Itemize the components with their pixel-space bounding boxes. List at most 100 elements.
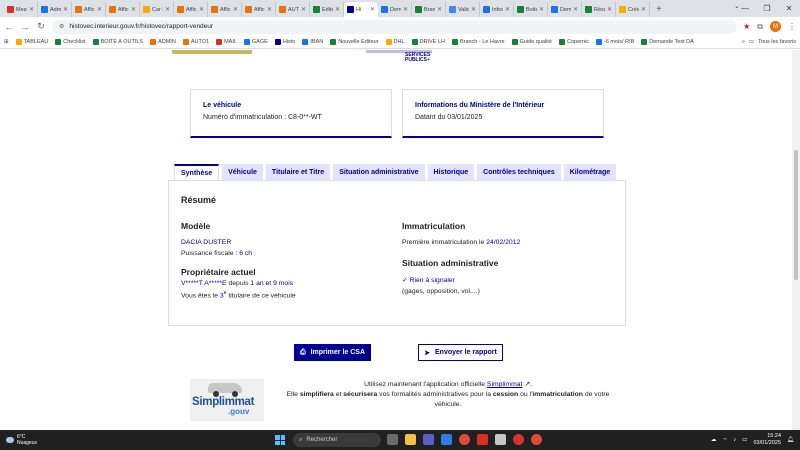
- bookmark-star-icon[interactable]: ★: [743, 22, 750, 31]
- browser-tab[interactable]: Car Di✕: [140, 2, 174, 17]
- print-csa-button[interactable]: ⎙ Imprimer le CSA: [294, 344, 371, 361]
- tab-close-icon[interactable]: ✕: [165, 6, 170, 13]
- edge-icon[interactable]: [441, 434, 452, 445]
- opera-icon[interactable]: [513, 434, 524, 445]
- browser-tab[interactable]: Affich✕: [242, 2, 276, 17]
- tab-close-icon[interactable]: ✕: [607, 6, 612, 13]
- volume-icon[interactable]: ♪: [734, 437, 737, 443]
- tab-close-icon[interactable]: ✕: [437, 6, 442, 13]
- browser-tab[interactable]: Messa✕: [4, 2, 38, 17]
- bookmark-item[interactable]: TABLEAU: [15, 39, 48, 45]
- profile-avatar[interactable]: M: [770, 21, 781, 32]
- site-info-icon[interactable]: ⚙: [59, 23, 64, 30]
- bookmark-item[interactable]: BOITE A OUTILS: [92, 39, 143, 45]
- bookmark-item[interactable]: Branch - Le Havre: [451, 39, 505, 45]
- acrobat-icon[interactable]: [477, 434, 488, 445]
- address-bar[interactable]: ⚙ histovec.interieur.gouv.fr/histovec/ra…: [52, 19, 738, 34]
- scrollbar-thumb[interactable]: [794, 150, 798, 280]
- bookmark-item[interactable]: DHL: [385, 39, 405, 45]
- bookmark-item[interactable]: Histo: [274, 39, 295, 45]
- browser-tab[interactable]: Affich✕: [208, 2, 242, 17]
- browser-tab[interactable]: Valida✕: [446, 2, 480, 17]
- tab-close-icon[interactable]: ✕: [29, 6, 34, 13]
- tab-titulaire[interactable]: Titulaire et Titre: [265, 164, 331, 180]
- system-clock[interactable]: 15:24 03/01/2025: [753, 433, 781, 447]
- wifi-icon[interactable]: ⌔: [722, 437, 727, 444]
- bookmark-item[interactable]: AUTO1: [182, 39, 209, 45]
- chrome-icon[interactable]: [459, 434, 470, 445]
- tab-controles-techniques[interactable]: Contrôles techniques: [477, 164, 561, 180]
- minimize-icon[interactable]: —: [734, 4, 756, 13]
- tab-situation-administrative[interactable]: Situation administrative: [333, 164, 425, 180]
- tab-close-icon[interactable]: ✕: [97, 6, 102, 13]
- bookmark-item[interactable]: MAIL: [216, 39, 237, 45]
- browser-tab[interactable]: Admin✕: [38, 2, 72, 17]
- send-report-button[interactable]: ➤ Envoyer le rapport: [418, 344, 503, 361]
- weather-widget[interactable]: 6°C Nuageux: [0, 434, 37, 446]
- apps-grid-icon[interactable]: ⊞: [4, 39, 9, 45]
- tab-kilometrage[interactable]: Kilométrage: [563, 164, 617, 180]
- tab-synthese[interactable]: Synthèse: [174, 164, 220, 181]
- browser-tab[interactable]: Infos ✕: [480, 2, 514, 17]
- chrome-profile-icon[interactable]: [531, 434, 542, 445]
- browser-tab[interactable]: Résult✕: [582, 2, 616, 17]
- battery-icon[interactable]: ▭: [742, 437, 747, 443]
- browser-tab[interactable]: Branch✕: [412, 2, 446, 17]
- browser-tab[interactable]: Affich✕: [106, 2, 140, 17]
- windows-start-icon[interactable]: [275, 435, 285, 445]
- bookmark-item[interactable]: GAGE: [243, 39, 268, 45]
- tab-close-icon[interactable]: ✕: [301, 6, 306, 13]
- browser-tab[interactable]: AUTO1✕: [276, 2, 310, 17]
- tab-close-icon[interactable]: ✕: [335, 6, 340, 13]
- tab-historique[interactable]: Historique: [427, 164, 475, 180]
- tab-close-icon[interactable]: ✕: [63, 6, 68, 13]
- file-explorer-icon[interactable]: [405, 434, 416, 445]
- browser-tab[interactable]: Dema✕: [548, 2, 582, 17]
- reload-icon[interactable]: ↻: [36, 21, 46, 32]
- forward-icon[interactable]: →: [20, 22, 30, 32]
- task-view-icon[interactable]: [387, 434, 398, 445]
- tab-close-icon[interactable]: ✕: [539, 6, 544, 13]
- app-icon[interactable]: [495, 434, 506, 445]
- close-window-icon[interactable]: ✕: [778, 4, 800, 13]
- bookmark-item[interactable]: DRIVE LH: [411, 39, 445, 45]
- browser-tab[interactable]: Hi ✕: [344, 2, 378, 17]
- tab-close-icon[interactable]: ✕: [131, 6, 136, 13]
- back-icon[interactable]: ←: [4, 22, 14, 32]
- simplimmat-link[interactable]: Simplimmat: [487, 381, 523, 388]
- tab-close-icon[interactable]: ✕: [199, 6, 204, 13]
- bookmark-item[interactable]: Checklist: [55, 39, 86, 45]
- tab-close-icon[interactable]: ✕: [505, 6, 510, 13]
- bookmark-item[interactable]: IBAN: [302, 39, 323, 45]
- bookmark-item[interactable]: ADMIN: [150, 39, 176, 45]
- bookmark-item[interactable]: Guide qualité: [511, 39, 552, 45]
- browser-tab[interactable]: Affich✕: [72, 2, 106, 17]
- browser-tab[interactable]: Affich✕: [174, 2, 208, 17]
- taskbar-search[interactable]: ⌕ Rechercher: [293, 433, 381, 447]
- menu-icon[interactable]: ⋮: [788, 22, 796, 31]
- teams-icon[interactable]: [423, 434, 434, 445]
- browser-tab[interactable]: Editeu✕: [310, 2, 344, 17]
- browser-tab[interactable]: Dema✕: [378, 2, 412, 17]
- tab-close-icon[interactable]: ✕: [233, 6, 238, 13]
- all-bookmarks[interactable]: » ▭ Tous les favoris: [742, 39, 796, 45]
- maximize-icon[interactable]: ❐: [756, 4, 778, 13]
- bookmark-item[interactable]: Nouvelle Editeur: [330, 39, 379, 45]
- notification-icon[interactable]: 🔔︎: [787, 437, 794, 443]
- bookmark-item[interactable]: Demande Test DA: [641, 39, 694, 45]
- browser-tab[interactable]: Boite✕: [514, 2, 548, 17]
- extensions-icon[interactable]: ⧉: [757, 22, 763, 32]
- cloud-sync-icon[interactable]: ☁: [711, 437, 717, 443]
- tab-close-icon[interactable]: ✕: [471, 6, 476, 13]
- tab-close-icon[interactable]: ✕: [403, 6, 408, 13]
- browser-tab[interactable]: Créer✕: [616, 2, 650, 17]
- tab-close-icon[interactable]: ✕: [267, 6, 272, 13]
- page-scrollbar[interactable]: [792, 50, 800, 430]
- bookmark-item[interactable]: Copernic: [559, 39, 589, 45]
- tab-close-icon[interactable]: ✕: [370, 6, 375, 13]
- bookmark-item[interactable]: -6 mois/ RIB: [596, 39, 634, 45]
- tab-close-icon[interactable]: ✕: [573, 6, 578, 13]
- simplimmat-logo[interactable]: Simplimmat .gouv: [190, 379, 264, 421]
- tab-vehicule[interactable]: Véhicule: [222, 164, 263, 180]
- new-tab-icon[interactable]: +: [650, 2, 668, 17]
